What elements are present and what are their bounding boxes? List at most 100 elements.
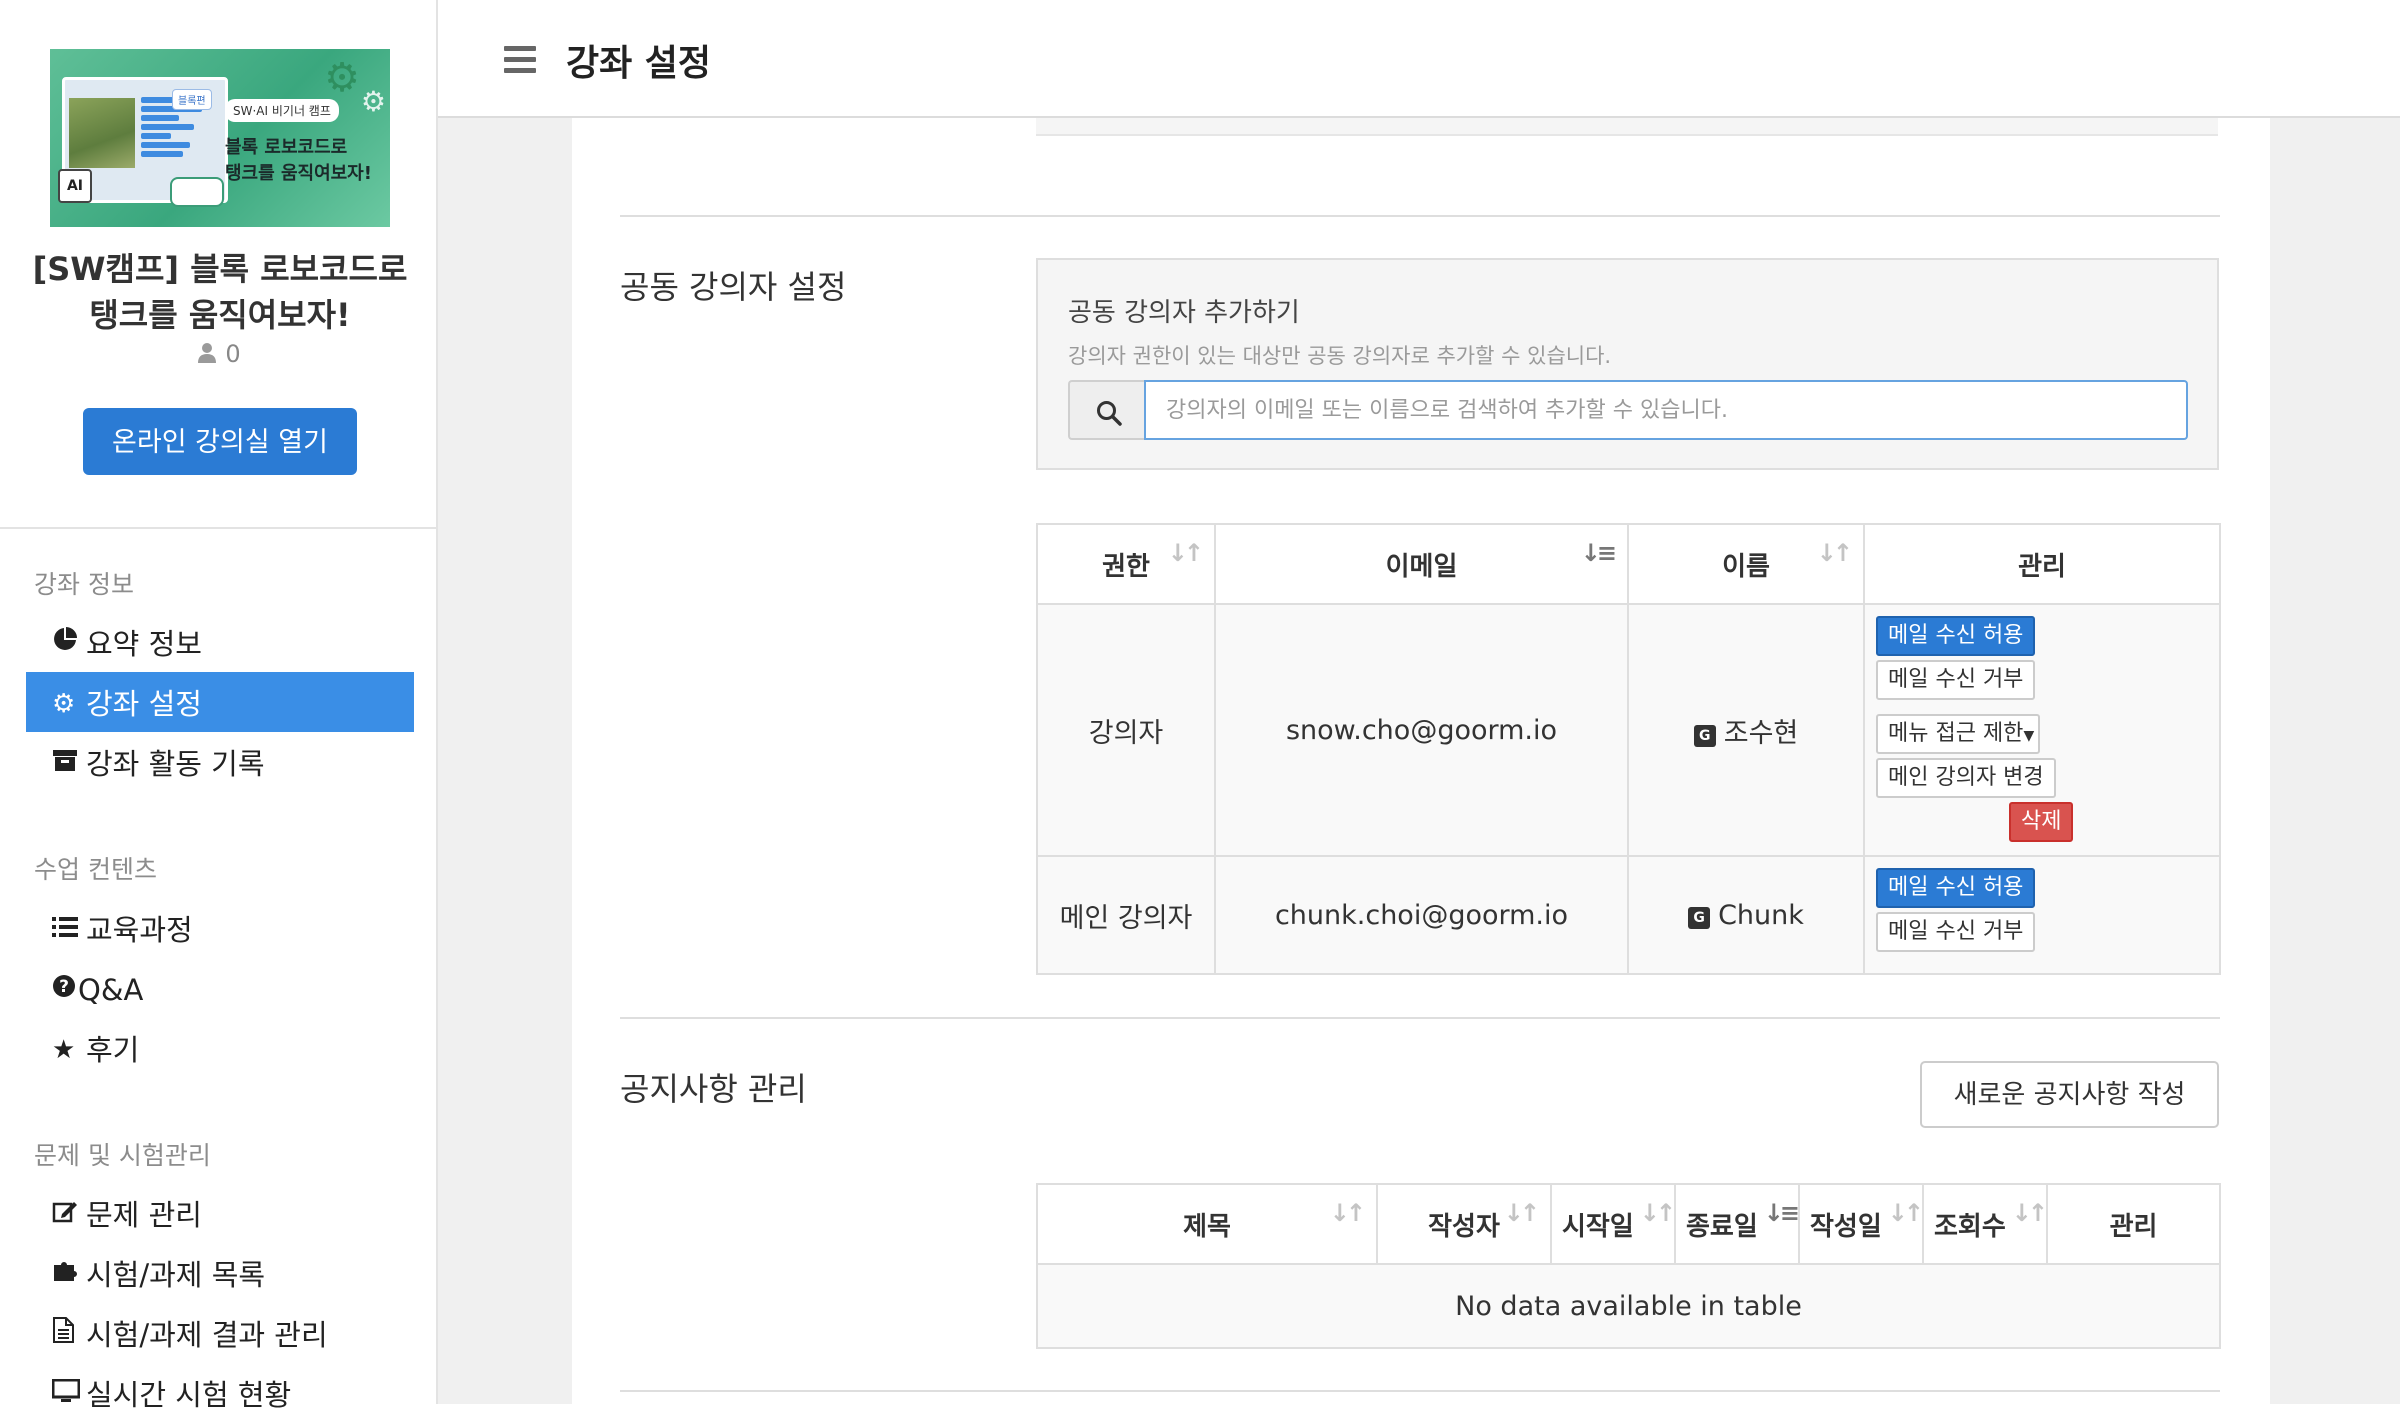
cell-role: 메인 강의자 bbox=[1036, 855, 1216, 975]
column-header-name[interactable]: 이름 ↓↑ bbox=[1627, 523, 1865, 605]
pie-chart-icon bbox=[52, 614, 86, 674]
sort-icon: ↓↑ bbox=[1816, 539, 1853, 567]
page-title: 강좌 설정 bbox=[566, 43, 712, 84]
edit-icon bbox=[52, 1185, 86, 1245]
gears-icon: ⚙ bbox=[52, 689, 76, 719]
sidebar-item-exam-results[interactable]: 시험/과제 결과 관리 bbox=[26, 1303, 414, 1363]
column-header-author[interactable]: 작성자 ↓↑ bbox=[1376, 1183, 1552, 1265]
hamburger-menu-icon[interactable] bbox=[504, 46, 536, 74]
sidebar-section-class-content: 수업 컨텐츠 bbox=[34, 855, 157, 884]
gear-icon: ⚙ bbox=[324, 55, 360, 101]
co-instructor-search-input[interactable] bbox=[1144, 380, 2188, 440]
sort-desc-icon: ↓≡ bbox=[1763, 1199, 1800, 1227]
restrict-menu-label: 메뉴 접근 제한 bbox=[1888, 721, 2024, 746]
new-notice-button[interactable]: 새로운 공지사항 작성 bbox=[1920, 1061, 2219, 1128]
google-plus-icon: G bbox=[1693, 724, 1716, 747]
svg-text:?: ? bbox=[59, 977, 69, 997]
sort-icon: ↓↑ bbox=[1503, 1199, 1540, 1227]
allow-mail-button[interactable]: 메일 수신 허용 bbox=[1876, 868, 2036, 908]
banner-line1: 블록 로보코드로 bbox=[225, 137, 348, 158]
puzzle-icon bbox=[52, 1245, 86, 1305]
sidebar-item-exam-list[interactable]: 시험/과제 목록 bbox=[26, 1243, 414, 1303]
notice-section-title: 공지사항 관리 bbox=[620, 1070, 807, 1108]
cell-name: G 조수현 bbox=[1627, 603, 1865, 857]
search-icon bbox=[1097, 401, 1122, 426]
column-header-role[interactable]: 권한 ↓↑ bbox=[1036, 523, 1216, 605]
sidebar-section-problem-exam: 문제 및 시험관리 bbox=[34, 1141, 211, 1170]
restrict-menu-dropdown[interactable]: 메뉴 접근 제한▼ bbox=[1876, 714, 2041, 754]
column-header-title[interactable]: 제목 ↓↑ bbox=[1036, 1183, 1378, 1265]
sidebar-item-reviews[interactable]: ★ 후기 bbox=[26, 1018, 414, 1078]
list-icon bbox=[52, 900, 86, 960]
column-header-email[interactable]: 이메일 ↓≡ bbox=[1214, 523, 1629, 605]
sort-desc-icon: ↓≡ bbox=[1580, 539, 1617, 567]
table-header-row: 권한 ↓↑ 이메일 ↓≡ 이름 ↓↑ 관리 bbox=[1036, 523, 2221, 605]
sidebar-section-course-info: 강좌 정보 bbox=[34, 570, 134, 599]
file-text-icon bbox=[52, 1305, 86, 1365]
archive-icon bbox=[52, 734, 86, 794]
top-header: 강좌 설정 bbox=[438, 0, 2400, 118]
table-header-row: 제목 ↓↑ 작성자 ↓↑ 시작일 ↓↑ 종료일 ↓≡ 작성일 ↓↑ 조회수 ↓↑ 관리 bbox=[1036, 1183, 2221, 1265]
cell-manage: 메일 수신 허용 메일 수신 거부 메뉴 접근 제한▼ 메인 강의자 변경 삭제 bbox=[1863, 603, 2221, 857]
gamepad-icon bbox=[170, 177, 224, 207]
allow-mail-button[interactable]: 메일 수신 허용 bbox=[1876, 616, 2036, 656]
sort-icon: ↓↑ bbox=[1887, 1199, 1924, 1227]
sidebar-item-curriculum[interactable]: 교육과정 bbox=[26, 898, 414, 958]
cell-role: 강의자 bbox=[1036, 603, 1216, 857]
banner-bubble: SW·AI 비기너 캠프 bbox=[225, 99, 339, 122]
sidebar-item-label: 실시간 시험 현황 bbox=[86, 1378, 292, 1412]
change-main-instructor-button[interactable]: 메인 강의자 변경 bbox=[1876, 758, 2056, 798]
sidebar-item-label: 시험/과제 목록 bbox=[86, 1258, 266, 1292]
sidebar-item-label: 문제 관리 bbox=[86, 1198, 202, 1232]
sidebar-divider bbox=[0, 527, 436, 529]
star-icon: ★ bbox=[52, 1035, 76, 1065]
sidebar-item-activity-log[interactable]: 강좌 활동 기록 bbox=[26, 732, 414, 792]
question-circle-icon: ? bbox=[52, 960, 78, 1020]
co-instructor-section-title: 공동 강의자 설정 bbox=[620, 268, 847, 306]
add-co-instructor-title: 공동 강의자 추가하기 bbox=[1068, 298, 1300, 328]
table-row: 메인 강의자 chunk.choi@goorm.io G Chunk 메일 수신 … bbox=[1036, 855, 2221, 975]
co-instructor-search-group bbox=[1068, 380, 2188, 440]
sidebar-item-course-settings[interactable]: ⚙ 강좌 설정 bbox=[26, 672, 414, 732]
column-header-start-date[interactable]: 시작일 ↓↑ bbox=[1550, 1183, 1676, 1265]
empty-table-message: No data available in table bbox=[1036, 1263, 2221, 1349]
sort-icon: ↓↑ bbox=[1167, 539, 1204, 567]
section-divider bbox=[620, 215, 2220, 217]
sidebar-item-label: 교육과정 bbox=[86, 913, 193, 947]
sort-icon: ↓↑ bbox=[1329, 1199, 1366, 1227]
user-icon bbox=[198, 343, 217, 363]
notice-table: 제목 ↓↑ 작성자 ↓↑ 시작일 ↓↑ 종료일 ↓≡ 작성일 ↓↑ 조회수 ↓↑ 관리 No… bbox=[1036, 1183, 2221, 1349]
cell-email: chunk.choi@goorm.io bbox=[1214, 855, 1629, 975]
open-online-classroom-button[interactable]: 온라인 강의실 열기 bbox=[83, 408, 357, 475]
cell-manage: 메일 수신 허용 메일 수신 거부 bbox=[1863, 855, 2221, 975]
previous-section-box bbox=[1036, 118, 2218, 136]
search-addon bbox=[1068, 380, 1144, 440]
sidebar-item-summary[interactable]: 요약 정보 bbox=[26, 612, 414, 672]
caret-down-icon: ▼ bbox=[2023, 728, 2035, 744]
table-row: No data available in table bbox=[1036, 1263, 2221, 1349]
table-row: 강의자 snow.cho@goorm.io G 조수현 메일 수신 허용 메일 수… bbox=[1036, 603, 2221, 857]
student-count: 0 bbox=[0, 340, 438, 368]
sort-icon: ↓↑ bbox=[2011, 1199, 2048, 1227]
sidebar-item-live-exam-status[interactable]: 실시간 시험 현황 bbox=[26, 1363, 414, 1423]
cell-name: G Chunk bbox=[1627, 855, 1865, 975]
add-co-instructor-box: 공동 강의자 추가하기 강의자 권한이 있는 대상만 공동 강의자로 추가할 수… bbox=[1036, 258, 2219, 470]
sidebar-item-qna[interactable]: ? Q&A bbox=[26, 958, 414, 1018]
sidebar-item-label: 시험/과제 결과 관리 bbox=[86, 1318, 328, 1352]
deny-mail-button[interactable]: 메일 수신 거부 bbox=[1876, 912, 2036, 952]
sidebar-item-problem-management[interactable]: 문제 관리 bbox=[26, 1183, 414, 1243]
name-value: Chunk bbox=[1718, 899, 1804, 931]
sidebar-item-label: Q&A bbox=[78, 973, 144, 1007]
column-header-end-date[interactable]: 종료일 ↓≡ bbox=[1674, 1183, 1800, 1265]
banner-line2: 탱크를 움직여보자! bbox=[225, 163, 372, 184]
add-co-instructor-help: 강의자 권한이 있는 대상만 공동 강의자로 추가할 수 있습니다. bbox=[1068, 344, 1612, 368]
delete-button[interactable]: 삭제 bbox=[2009, 802, 2074, 842]
column-header-manage: 관리 bbox=[1863, 523, 2221, 605]
sort-icon: ↓↑ bbox=[1639, 1199, 1676, 1227]
deny-mail-button[interactable]: 메일 수신 거부 bbox=[1876, 660, 2036, 700]
column-header-views[interactable]: 조회수 ↓↑ bbox=[1922, 1183, 2048, 1265]
column-header-created-date[interactable]: 작성일 ↓↑ bbox=[1798, 1183, 1924, 1265]
sidebar-item-label: 요약 정보 bbox=[86, 627, 202, 661]
gear-icon: ⚙ bbox=[360, 85, 386, 118]
google-plus-icon: G bbox=[1688, 906, 1711, 929]
